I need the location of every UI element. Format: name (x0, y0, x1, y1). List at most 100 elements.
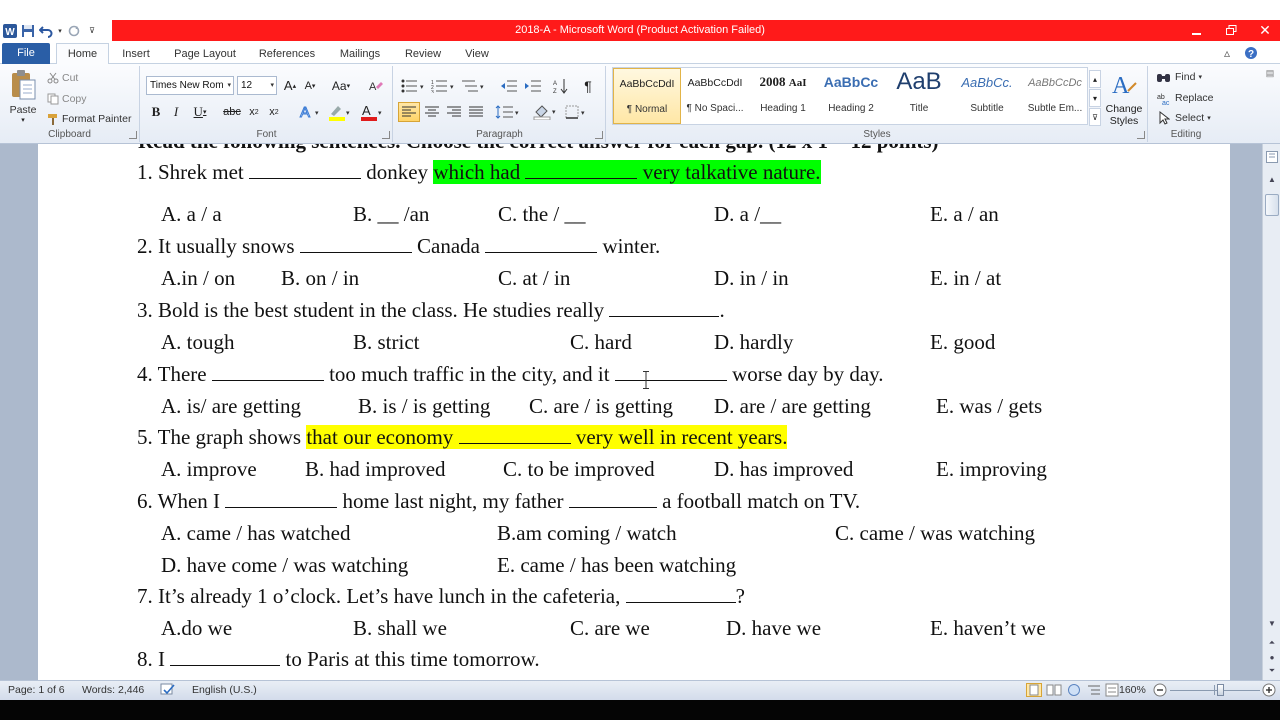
sort-icon[interactable]: AZ (550, 76, 572, 95)
copy-button[interactable]: Copy (62, 92, 87, 106)
select-icon[interactable] (1157, 111, 1171, 125)
q6-blank-2[interactable] (568, 490, 657, 508)
style-title[interactable]: AaB Title (885, 68, 953, 124)
paste-button[interactable]: Paste (4, 104, 42, 116)
minimize-ribbon-icon[interactable]: ▵ (1224, 46, 1230, 60)
replace-button[interactable]: Replace (1175, 91, 1214, 105)
tab-references[interactable]: References (252, 44, 322, 64)
outline-view-icon[interactable] (1086, 683, 1102, 697)
copy-icon[interactable] (46, 92, 60, 106)
style-subtle-emphasis[interactable]: AaBbCcDc Subtle Em... (1021, 68, 1089, 124)
strikethrough-icon[interactable]: abc (221, 102, 243, 122)
styles-launcher-icon[interactable] (1137, 131, 1145, 139)
close-button[interactable]: ✕ (1248, 20, 1280, 41)
q8-blank[interactable] (170, 648, 281, 666)
style-normal[interactable]: AaBbCcDdI ¶ Normal (613, 68, 681, 124)
format-painter-button[interactable]: Format Painter (62, 112, 131, 126)
tab-home[interactable]: Home (56, 43, 109, 64)
replace-icon[interactable]: ab ac (1157, 91, 1171, 105)
align-right-icon[interactable] (444, 102, 464, 122)
tab-view[interactable]: View (456, 44, 498, 64)
select-button[interactable]: Select ▾ (1175, 111, 1211, 125)
styles-scroll-up-icon[interactable]: ▴ (1089, 70, 1101, 88)
tab-insert[interactable]: Insert (114, 44, 158, 64)
paste-icon[interactable] (6, 68, 40, 102)
ruler-toggle[interactable]: ▤ (1262, 68, 1278, 138)
style-no-spacing[interactable]: AaBbCcDdI ¶ No Spaci... (681, 68, 749, 124)
zoom-in-icon[interactable] (1262, 683, 1276, 697)
change-styles-button[interactable]: Change Styles (1101, 103, 1147, 127)
scroll-down-icon[interactable]: ▼ (1265, 616, 1279, 630)
proofing-icon[interactable] (160, 683, 176, 697)
draft-view-icon[interactable] (1104, 683, 1120, 697)
change-styles-icon[interactable]: A (1107, 70, 1141, 100)
tab-review[interactable]: Review (398, 44, 448, 64)
select-browse-object-icon[interactable]: ● (1265, 650, 1279, 664)
paragraph-launcher-icon[interactable] (595, 131, 603, 139)
undo-icon[interactable] (38, 23, 54, 39)
view-ruler-icon[interactable]: ▤ (1266, 68, 1275, 79)
document-page[interactable]: Read the following sentences. Choose the… (38, 144, 1230, 680)
grow-font-icon[interactable]: A ▴ (281, 76, 299, 95)
q2-blank-1[interactable] (299, 235, 412, 253)
help-icon[interactable]: ? (1244, 46, 1258, 60)
print-layout-view-icon[interactable] (1026, 683, 1042, 697)
cut-button[interactable]: Cut (62, 71, 78, 85)
q7-blank[interactable] (625, 585, 736, 603)
bullets-icon[interactable]: ▾ (400, 76, 428, 95)
style-subtitle[interactable]: AaBbCc. Subtitle (953, 68, 1021, 124)
find-button[interactable]: Find ▾ (1175, 70, 1202, 84)
zoom-level[interactable]: 160% (1119, 684, 1146, 696)
q5-blank[interactable] (458, 426, 571, 444)
superscript-icon[interactable]: x2 (265, 102, 283, 122)
bold-icon[interactable]: B (147, 102, 165, 122)
increase-indent-icon[interactable] (522, 76, 544, 95)
clear-formatting-icon[interactable]: A (365, 76, 385, 95)
q1-blank-1[interactable] (248, 161, 361, 179)
highlight-color-icon[interactable]: ▾ (327, 102, 355, 122)
line-spacing-icon[interactable]: ▾ (494, 102, 522, 122)
ruler-view-icon[interactable] (1265, 150, 1279, 164)
page-count[interactable]: Page: 1 of 6 (8, 684, 65, 696)
numbering-icon[interactable]: 1 2 3 ▾ (430, 76, 458, 95)
font-color-icon[interactable]: A ▾ (359, 102, 387, 122)
zoom-slider-thumb[interactable] (1217, 684, 1224, 696)
minimize-button[interactable] (1180, 20, 1214, 41)
zoom-slider-track[interactable] (1170, 690, 1260, 691)
font-size-combo[interactable]: 12 ▾ (237, 76, 277, 95)
style-heading-2[interactable]: AaBbCc Heading 2 (817, 68, 885, 124)
text-effects-icon[interactable]: A ▾ (297, 102, 325, 122)
tab-page-layout[interactable]: Page Layout (168, 44, 242, 64)
previous-page-icon[interactable]: ⏶ (1265, 636, 1279, 650)
styles-scroll-down-icon[interactable]: ▾ (1089, 89, 1101, 107)
borders-icon[interactable]: ▾ (564, 102, 592, 122)
show-formatting-marks-icon[interactable]: ¶ (578, 76, 598, 95)
tab-mailings[interactable]: Mailings (332, 44, 388, 64)
restore-button[interactable] (1214, 20, 1248, 41)
find-icon[interactable] (1157, 70, 1171, 84)
multilevel-list-icon[interactable]: ▾ (460, 76, 488, 95)
italic-icon[interactable]: I (167, 102, 185, 122)
next-page-icon[interactable]: ⏷ (1265, 664, 1279, 678)
language[interactable]: English (U.S.) (192, 684, 257, 696)
q3-blank[interactable] (609, 299, 720, 317)
cut-icon[interactable] (46, 71, 60, 85)
save-icon[interactable] (20, 23, 36, 39)
format-painter-icon[interactable] (46, 112, 60, 126)
font-name-dropdown-icon[interactable]: ▾ (227, 77, 231, 94)
style-heading-1[interactable]: 2008 AaI Heading 1 (749, 68, 817, 124)
styles-more-icon[interactable]: ⊽ (1089, 108, 1101, 126)
font-name-combo[interactable]: Times New Rom ▾ (146, 76, 234, 95)
subscript-icon[interactable]: x2 (245, 102, 263, 122)
justify-icon[interactable] (466, 102, 486, 122)
word-count[interactable]: Words: 2,446 (82, 684, 144, 696)
full-screen-reading-icon[interactable] (1046, 683, 1062, 697)
web-layout-icon[interactable] (1066, 683, 1082, 697)
align-center-icon[interactable] (422, 102, 442, 122)
align-left-icon[interactable] (398, 102, 420, 122)
vertical-scrollbar[interactable]: ▲ ▼ ⏶ ● ⏷ (1262, 144, 1280, 680)
scroll-thumb[interactable] (1265, 194, 1279, 216)
q4-blank-2[interactable] (614, 363, 727, 381)
paste-dropdown-icon[interactable]: ▾ (16, 116, 30, 124)
zoom-out-icon[interactable] (1153, 683, 1167, 697)
